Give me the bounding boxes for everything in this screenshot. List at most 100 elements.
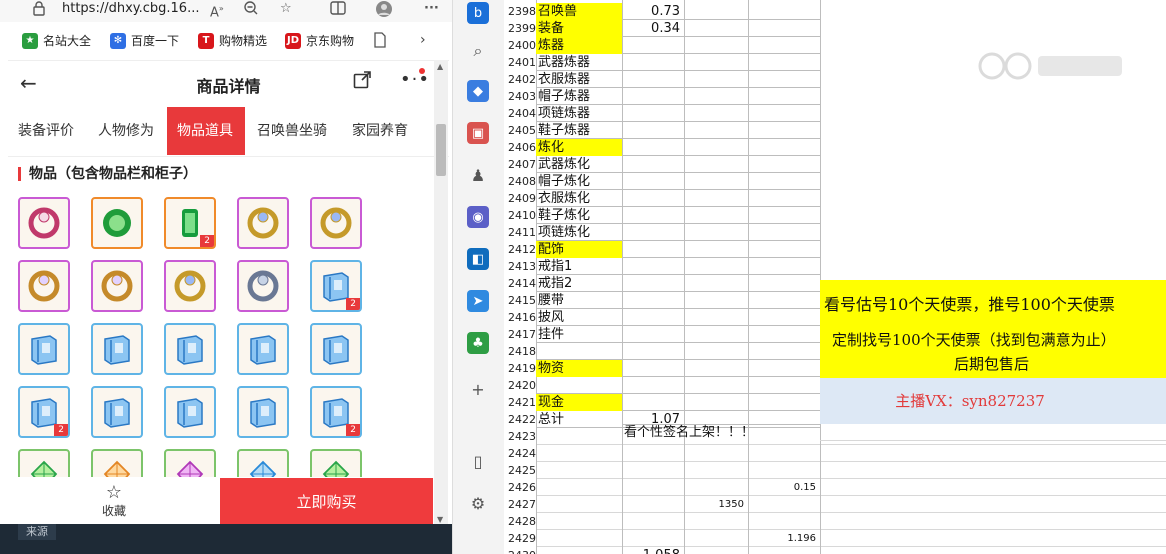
bing-icon[interactable]: b <box>467 2 489 24</box>
row-number[interactable]: 2410 <box>504 207 536 224</box>
item-slot[interactable] <box>18 197 70 249</box>
lock-icon[interactable] <box>32 0 46 18</box>
row-number[interactable]: 2408 <box>504 173 536 190</box>
favorite-doc[interactable] <box>374 32 386 51</box>
row-number[interactable]: 2400 <box>504 37 536 54</box>
ad-line-3[interactable]: 后期包售后 <box>954 356 1029 373</box>
item-slot[interactable] <box>91 386 143 438</box>
buy-now-button[interactable]: 立即购买 <box>220 478 433 527</box>
item-slot[interactable] <box>18 323 70 375</box>
item-slot[interactable] <box>237 449 289 477</box>
row-number[interactable]: 2418 <box>504 343 536 360</box>
row-number[interactable]: 2415 <box>504 292 536 309</box>
row-number[interactable]: 2423 <box>504 428 536 445</box>
send-icon[interactable]: ➤ <box>467 290 489 312</box>
item-slot[interactable] <box>237 260 289 312</box>
favorites-overflow-chevron-icon[interactable]: › <box>420 32 426 48</box>
value-cell[interactable]: 1.196 <box>748 530 816 547</box>
item-slot[interactable] <box>310 323 362 375</box>
item-slot[interactable] <box>91 323 143 375</box>
label-cell[interactable]: 召唤兽 <box>536 3 622 20</box>
tab-home[interactable]: 家园养育 <box>342 107 418 155</box>
label-cell[interactable]: 项链炼化 <box>536 224 622 241</box>
row-number[interactable]: 2420 <box>504 377 536 394</box>
label-cell[interactable]: 配饰 <box>536 241 622 258</box>
row-number[interactable]: 2429 <box>504 530 536 547</box>
address-bar[interactable]: https://dhxy.cbg.16... A» ☆ ··· <box>0 0 504 22</box>
label-cell[interactable]: 装备 <box>536 20 622 37</box>
favorites-add-icon[interactable]: ☆ <box>280 0 292 18</box>
row-number[interactable]: 2421 <box>504 394 536 411</box>
favorite-mingzhan[interactable]: ★ 名站大全 <box>22 32 91 49</box>
label-cell[interactable]: 挂件 <box>536 326 622 343</box>
item-slot[interactable] <box>164 323 216 375</box>
item-slot[interactable]: 2 <box>310 386 362 438</box>
sidebar-toggle-icon[interactable]: ▯ <box>467 450 489 472</box>
value-cell[interactable]: 0.15 <box>748 479 816 496</box>
item-slot[interactable] <box>91 197 143 249</box>
row-number[interactable]: 2426 <box>504 479 536 496</box>
search-icon[interactable]: ⌕ <box>467 40 489 62</box>
item-slot[interactable] <box>91 260 143 312</box>
row-number[interactable]: 2413 <box>504 258 536 275</box>
row-number[interactable]: 2406 <box>504 139 536 156</box>
scroll-up-icon[interactable]: ▲ <box>437 62 443 71</box>
row-number[interactable]: 2412 <box>504 241 536 258</box>
label-cell[interactable]: 炼化 <box>536 139 622 156</box>
item-slot[interactable] <box>237 197 289 249</box>
ad-line-1[interactable]: 看号估号10个天使票，推号100个天使票 <box>824 291 1115 319</box>
favorite-baidu[interactable]: ✻ 百度一下 <box>110 32 179 49</box>
row-number[interactable]: 2416 <box>504 309 536 326</box>
label-cell[interactable]: 炼器 <box>536 37 622 54</box>
scroll-down-icon[interactable]: ▼ <box>437 515 443 524</box>
row-number[interactable]: 2399 <box>504 20 536 37</box>
row-number[interactable]: 2428 <box>504 513 536 530</box>
row-number[interactable]: 2417 <box>504 326 536 343</box>
label-cell[interactable]: 披风 <box>536 309 622 326</box>
item-slot[interactable] <box>310 197 362 249</box>
tab-equipment-rating[interactable]: 装备评价 <box>8 107 84 155</box>
row-number[interactable]: 2430 <box>504 547 536 554</box>
split-screen-icon[interactable] <box>330 0 346 18</box>
tab-pets-mounts[interactable]: 召唤兽坐骑 <box>247 107 337 155</box>
read-aloud-icon[interactable]: A» <box>210 0 224 20</box>
label-cell[interactable]: 现金 <box>536 394 622 411</box>
banner-cell[interactable]: 看个性签名上架！！！ <box>624 424 752 441</box>
microsoft365-icon[interactable]: ◉ <box>467 206 489 228</box>
item-slot[interactable] <box>237 386 289 438</box>
row-number[interactable]: 2409 <box>504 190 536 207</box>
settings-icon[interactable]: ⚙ <box>467 492 489 514</box>
item-slot[interactable] <box>164 260 216 312</box>
games-icon[interactable]: ♟ <box>467 164 489 186</box>
item-slot[interactable] <box>310 449 362 477</box>
item-slot[interactable]: 2 <box>164 197 216 249</box>
item-slot[interactable] <box>237 323 289 375</box>
tab-items[interactable]: 物品道具 <box>167 107 245 155</box>
label-cell[interactable]: 项链炼器 <box>536 105 622 122</box>
tab-character-cultivation[interactable]: 人物修为 <box>88 107 164 155</box>
label-cell[interactable]: 鞋子炼器 <box>536 122 622 139</box>
shopping-tag-icon[interactable]: ◆ <box>467 80 489 102</box>
add-icon[interactable]: + <box>467 378 489 400</box>
more-icon[interactable]: ··· <box>424 0 439 18</box>
contact-text[interactable]: 主播VX：syn827237 <box>820 393 1120 410</box>
row-number[interactable]: 2411 <box>504 224 536 241</box>
item-slot[interactable] <box>164 449 216 477</box>
tree-icon[interactable]: ♣ <box>467 332 489 354</box>
row-number[interactable]: 2401 <box>504 54 536 71</box>
item-slot[interactable] <box>164 386 216 438</box>
row-number[interactable]: 2419 <box>504 360 536 377</box>
item-slot[interactable] <box>18 260 70 312</box>
row-number[interactable]: 2405 <box>504 122 536 139</box>
favorite-tmall[interactable]: T 购物精选 <box>198 32 267 49</box>
favorite-jd[interactable]: JD 京东购物 <box>285 32 354 49</box>
label-cell[interactable]: 戒指2 <box>536 275 622 292</box>
row-number[interactable]: 2402 <box>504 71 536 88</box>
outlook-icon[interactable]: ◧ <box>467 248 489 270</box>
page-scrollbar[interactable]: ▲ ▼ <box>434 60 448 526</box>
zoom-icon[interactable] <box>244 0 258 18</box>
label-cell[interactable]: 总计 <box>536 411 622 428</box>
more-dots-icon[interactable]: •·• <box>400 69 430 90</box>
profile-icon[interactable] <box>374 0 394 18</box>
favorite-button[interactable]: ☆ 收藏 <box>8 478 220 527</box>
